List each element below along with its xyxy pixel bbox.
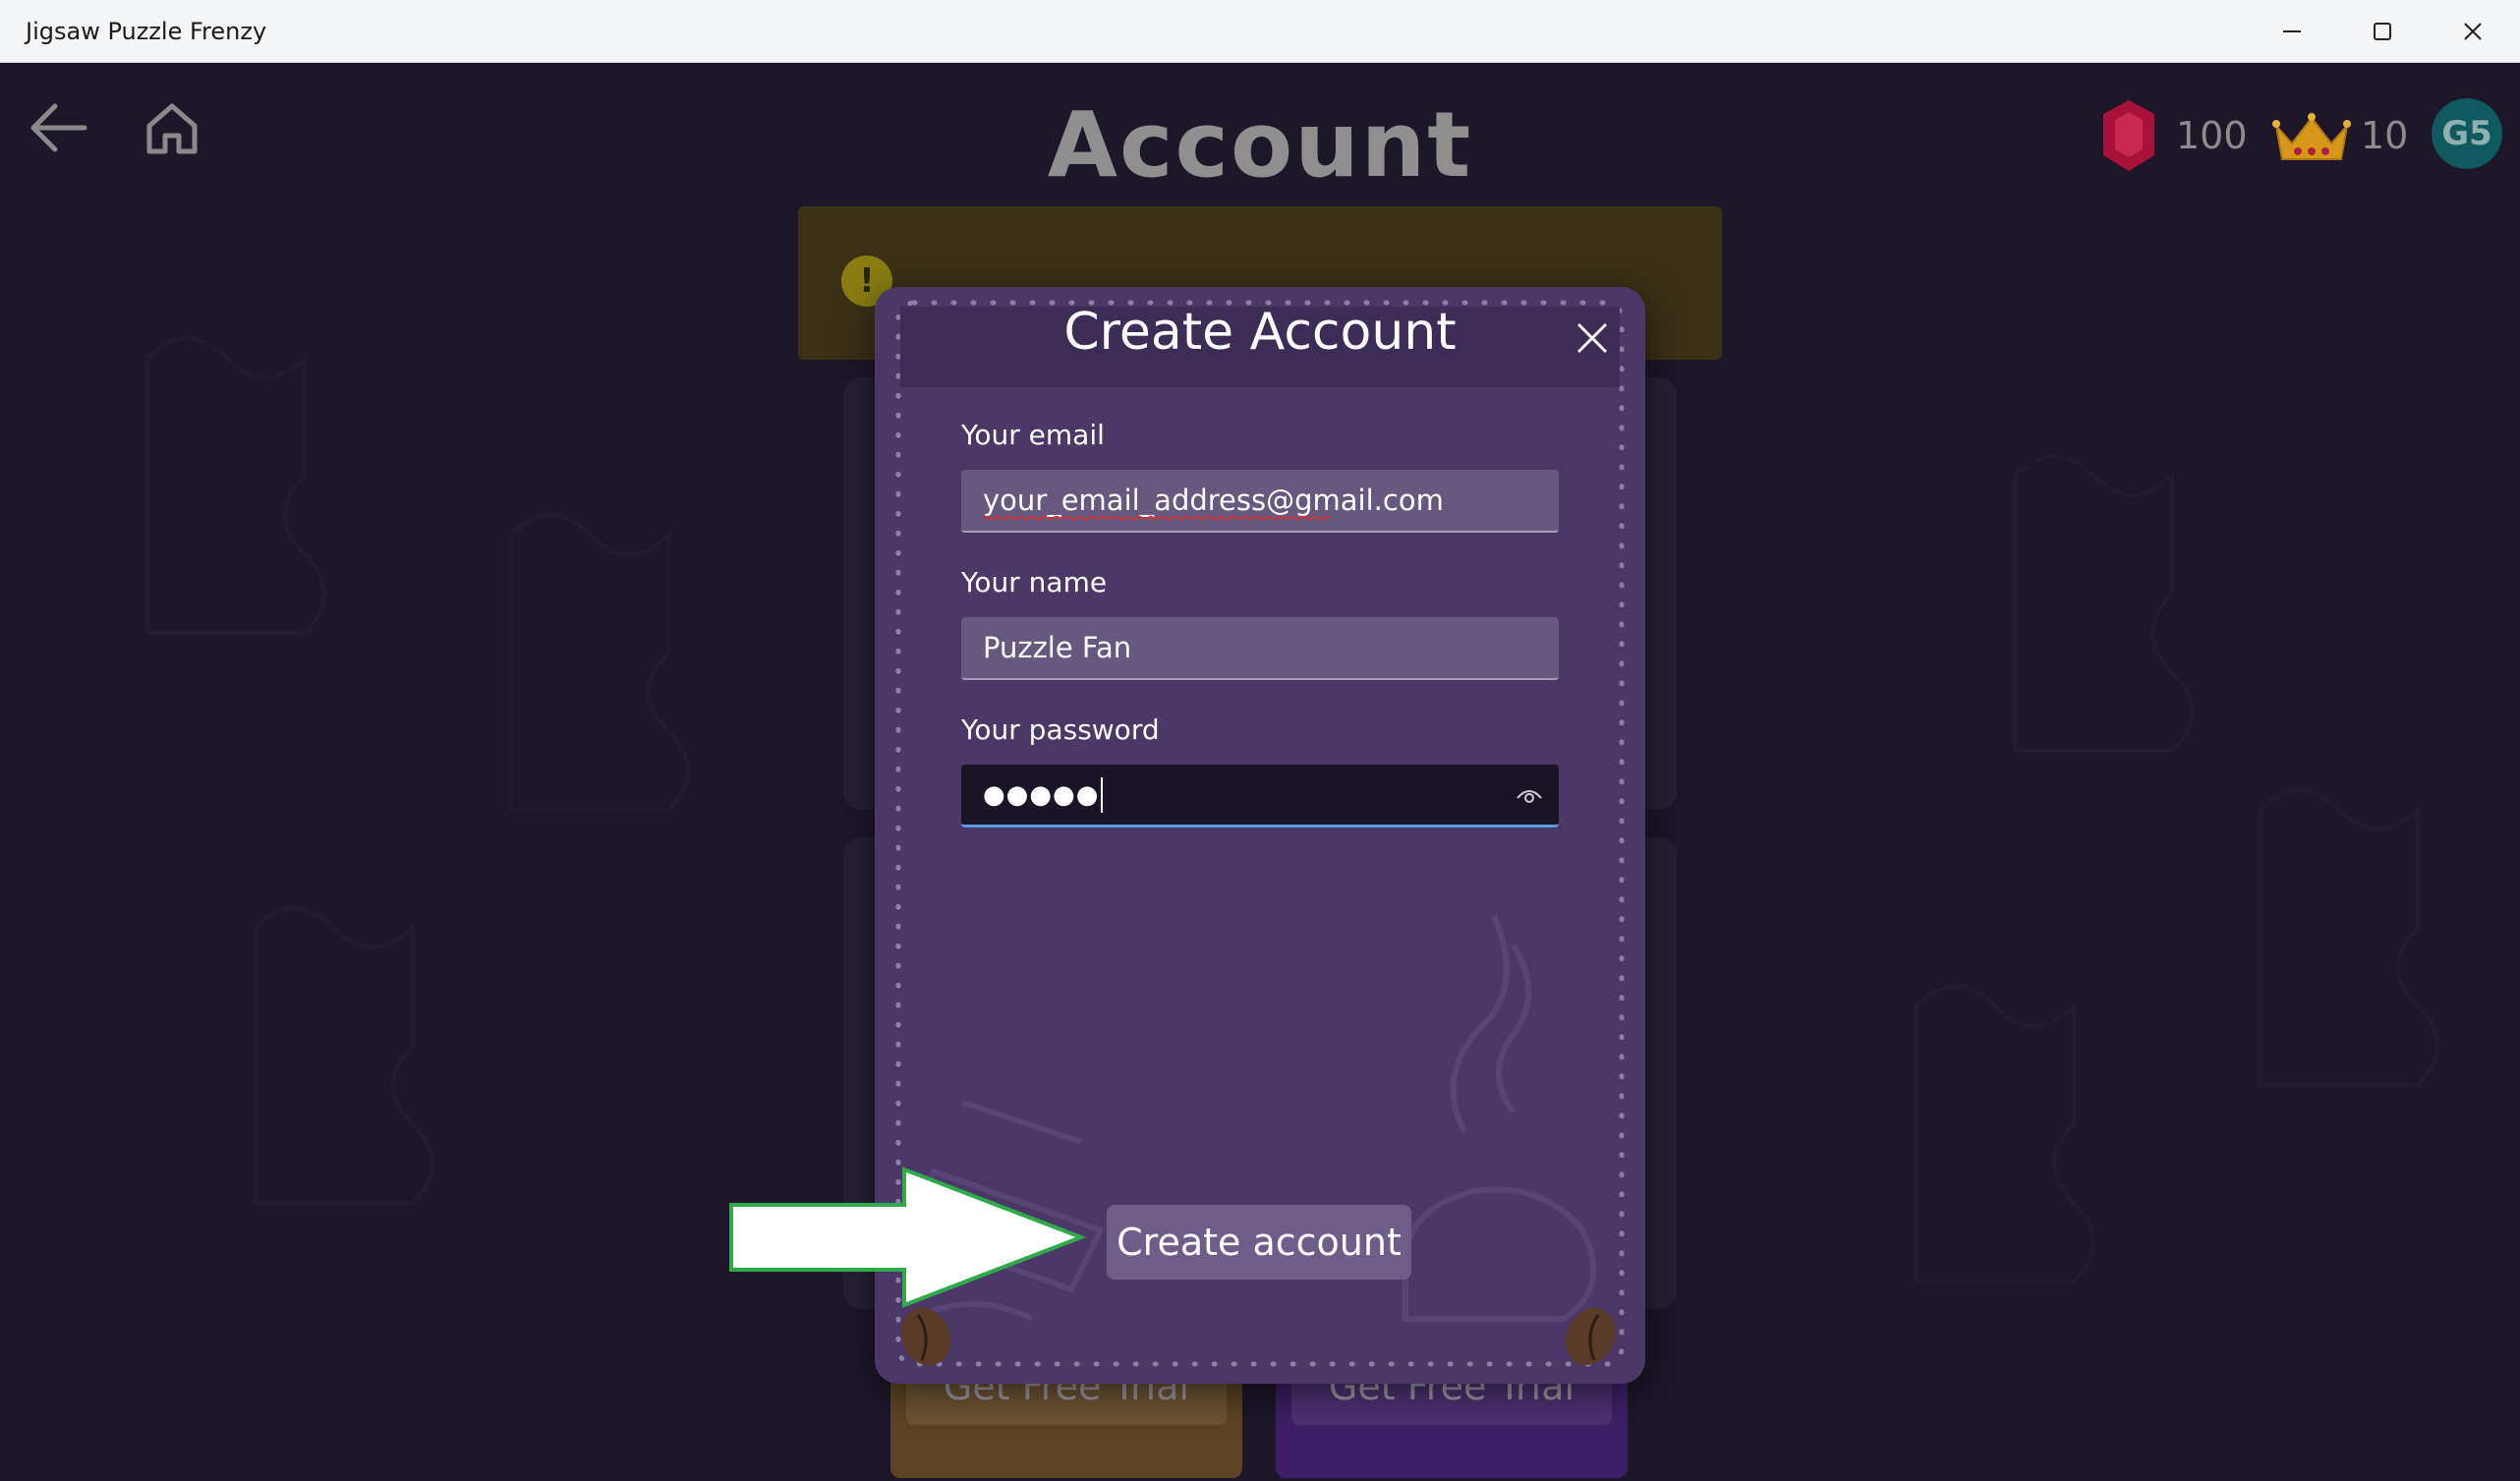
crown-count: 10 <box>2361 114 2409 157</box>
window-titlebar: Jigsaw Puzzle Frenzy <box>0 0 2520 63</box>
reveal-password-button[interactable] <box>1516 782 1543 817</box>
email-value: your_email_address@gmail.com <box>983 484 1444 517</box>
gem-count: 100 <box>2176 114 2248 157</box>
dialog-close-button[interactable] <box>1563 309 1622 368</box>
annotation-arrow-icon <box>729 1167 1087 1308</box>
email-field[interactable]: your_email_address@gmail.com <box>961 470 1559 533</box>
gem-icon <box>2103 100 2154 171</box>
app-area: Account 100 10 G5 ! Get Free Trial Get F… <box>0 63 2520 1481</box>
crown-icon <box>2272 113 2351 160</box>
minimize-icon <box>2283 30 2301 32</box>
window-title: Jigsaw Puzzle Frenzy <box>26 18 267 45</box>
window-close-icon <box>2464 23 2482 40</box>
name-label: Your name <box>961 566 1108 598</box>
minimize-button[interactable] <box>2247 0 2337 63</box>
email-label: Your email <box>961 419 1105 451</box>
window-close-button[interactable] <box>2428 0 2518 63</box>
maximize-button[interactable] <box>2337 0 2428 63</box>
eye-icon <box>1517 790 1542 803</box>
password-value: ●●●●● <box>983 779 1100 810</box>
name-field[interactable]: Puzzle Fan <box>961 617 1559 680</box>
crown-counter[interactable] <box>2272 112 2351 169</box>
create-account-button[interactable]: Create account <box>1107 1205 1411 1280</box>
dialog-title: Create Account <box>1063 303 1457 362</box>
spellcheck-underline <box>983 515 1332 521</box>
maximize-icon <box>2374 23 2391 40</box>
gem-counter[interactable] <box>2101 98 2156 177</box>
text-caret <box>1101 776 1104 813</box>
password-field[interactable]: ●●●●● <box>961 765 1559 827</box>
avatar[interactable]: G5 <box>2432 98 2502 169</box>
password-label: Your password <box>961 713 1160 746</box>
close-icon <box>1576 322 1608 354</box>
name-value: Puzzle Fan <box>983 631 1132 664</box>
